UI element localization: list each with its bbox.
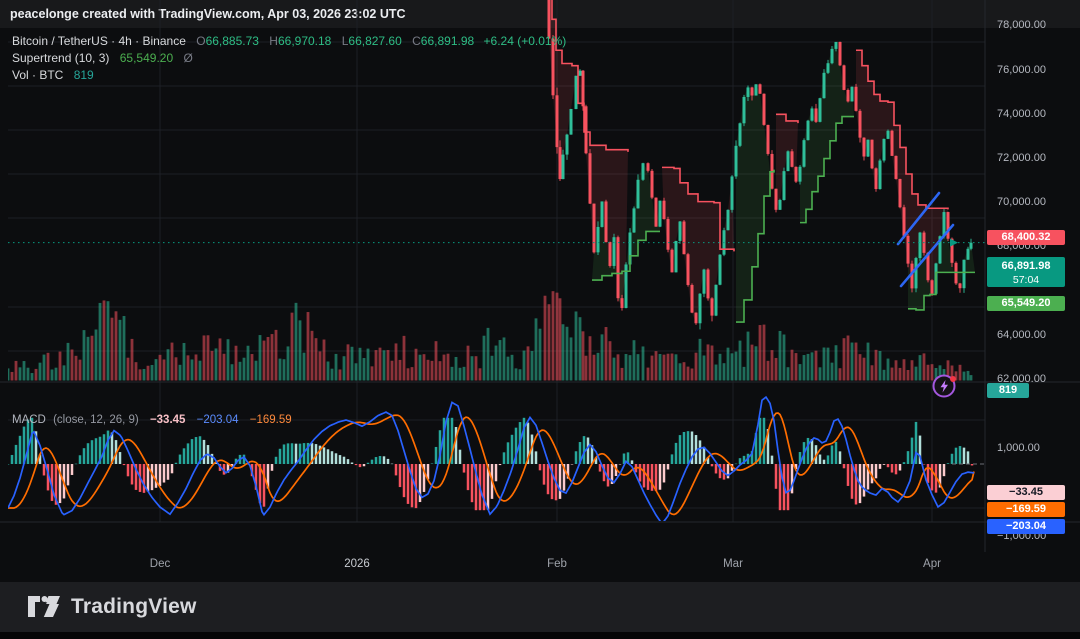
lightning-button[interactable] <box>931 372 959 400</box>
current-price-value: 66,891.98 <box>987 259 1065 273</box>
tradingview-logo-icon <box>27 595 61 619</box>
chart-canvas[interactable] <box>0 0 1080 611</box>
macd-hist-badge: −33.45 <box>987 485 1065 500</box>
time-scale-tick: Apr <box>923 558 941 570</box>
current-price-badge: 66,891.98 57:04 <box>987 257 1065 287</box>
volume-badge: 819 <box>987 383 1029 398</box>
macd-line-badge: −203.04 <box>987 519 1065 534</box>
low-value: 66,827.60 <box>348 34 401 48</box>
symbol-legend-row[interactable]: Bitcoin / TetherUS · 4h · Binance O66,88… <box>12 34 566 48</box>
supertrend-value-badge: 65,549.20 <box>987 296 1065 311</box>
tradingview-chart-window: peacelonge created with TradingView.com,… <box>0 0 1080 639</box>
symbol-title[interactable]: Bitcoin / TetherUS · 4h · Binance <box>12 34 186 48</box>
time-scale-tick: Dec <box>150 558 170 570</box>
open-label: O <box>196 34 205 48</box>
supertrend-legend-row[interactable]: Supertrend (10, 3) 65,549.20 Ø <box>12 51 193 65</box>
high-value: 66,970.18 <box>278 34 331 48</box>
volume-legend-row[interactable]: Vol · BTC 819 <box>12 68 94 82</box>
time-scale-tick: Feb <box>547 558 567 570</box>
time-scale-tick: 2026 <box>344 558 370 570</box>
notification-dot <box>950 376 956 382</box>
macd-hist-value: −33.45 <box>150 414 186 426</box>
high-label: H <box>269 34 278 48</box>
open-value: 66,885.73 <box>206 34 259 48</box>
macd-name[interactable]: MACD <box>12 414 46 426</box>
close-value: 66,891.98 <box>421 34 474 48</box>
supertrend-name[interactable]: Supertrend (10, 3) <box>12 51 109 65</box>
macd-signal-badge: −169.59 <box>987 502 1065 517</box>
volume-name[interactable]: Vol · BTC <box>12 68 63 82</box>
macd-params: (close, 12, 26, 9) <box>53 414 139 426</box>
supertrend-value: 65,549.20 <box>120 51 173 65</box>
volume-value: 819 <box>74 68 94 82</box>
macd-line-value: −203.04 <box>197 414 239 426</box>
supertrend-hidden-icon[interactable]: Ø <box>183 51 192 65</box>
time-scale-tick: Mar <box>723 558 743 570</box>
footer-bar: TradingView <box>0 582 1080 632</box>
time-axis[interactable]: Dec 2026 Feb Mar Apr <box>0 550 985 580</box>
bottom-strip <box>0 632 1080 639</box>
tradingview-logo[interactable]: TradingView <box>27 595 197 619</box>
close-label: C <box>412 34 421 48</box>
lightning-icon <box>931 372 959 400</box>
macd-legend-row[interactable]: MACD (close, 12, 26, 9) −33.45 −203.04 −… <box>12 414 292 426</box>
candle-countdown: 57:04 <box>987 273 1065 287</box>
macd-signal-value: −169.59 <box>250 414 292 426</box>
brand-name: TradingView <box>71 595 197 619</box>
change-value: +6.24 (+0.01%) <box>484 34 567 48</box>
supertrend-stop-badge: 68,400.32 <box>987 230 1065 245</box>
